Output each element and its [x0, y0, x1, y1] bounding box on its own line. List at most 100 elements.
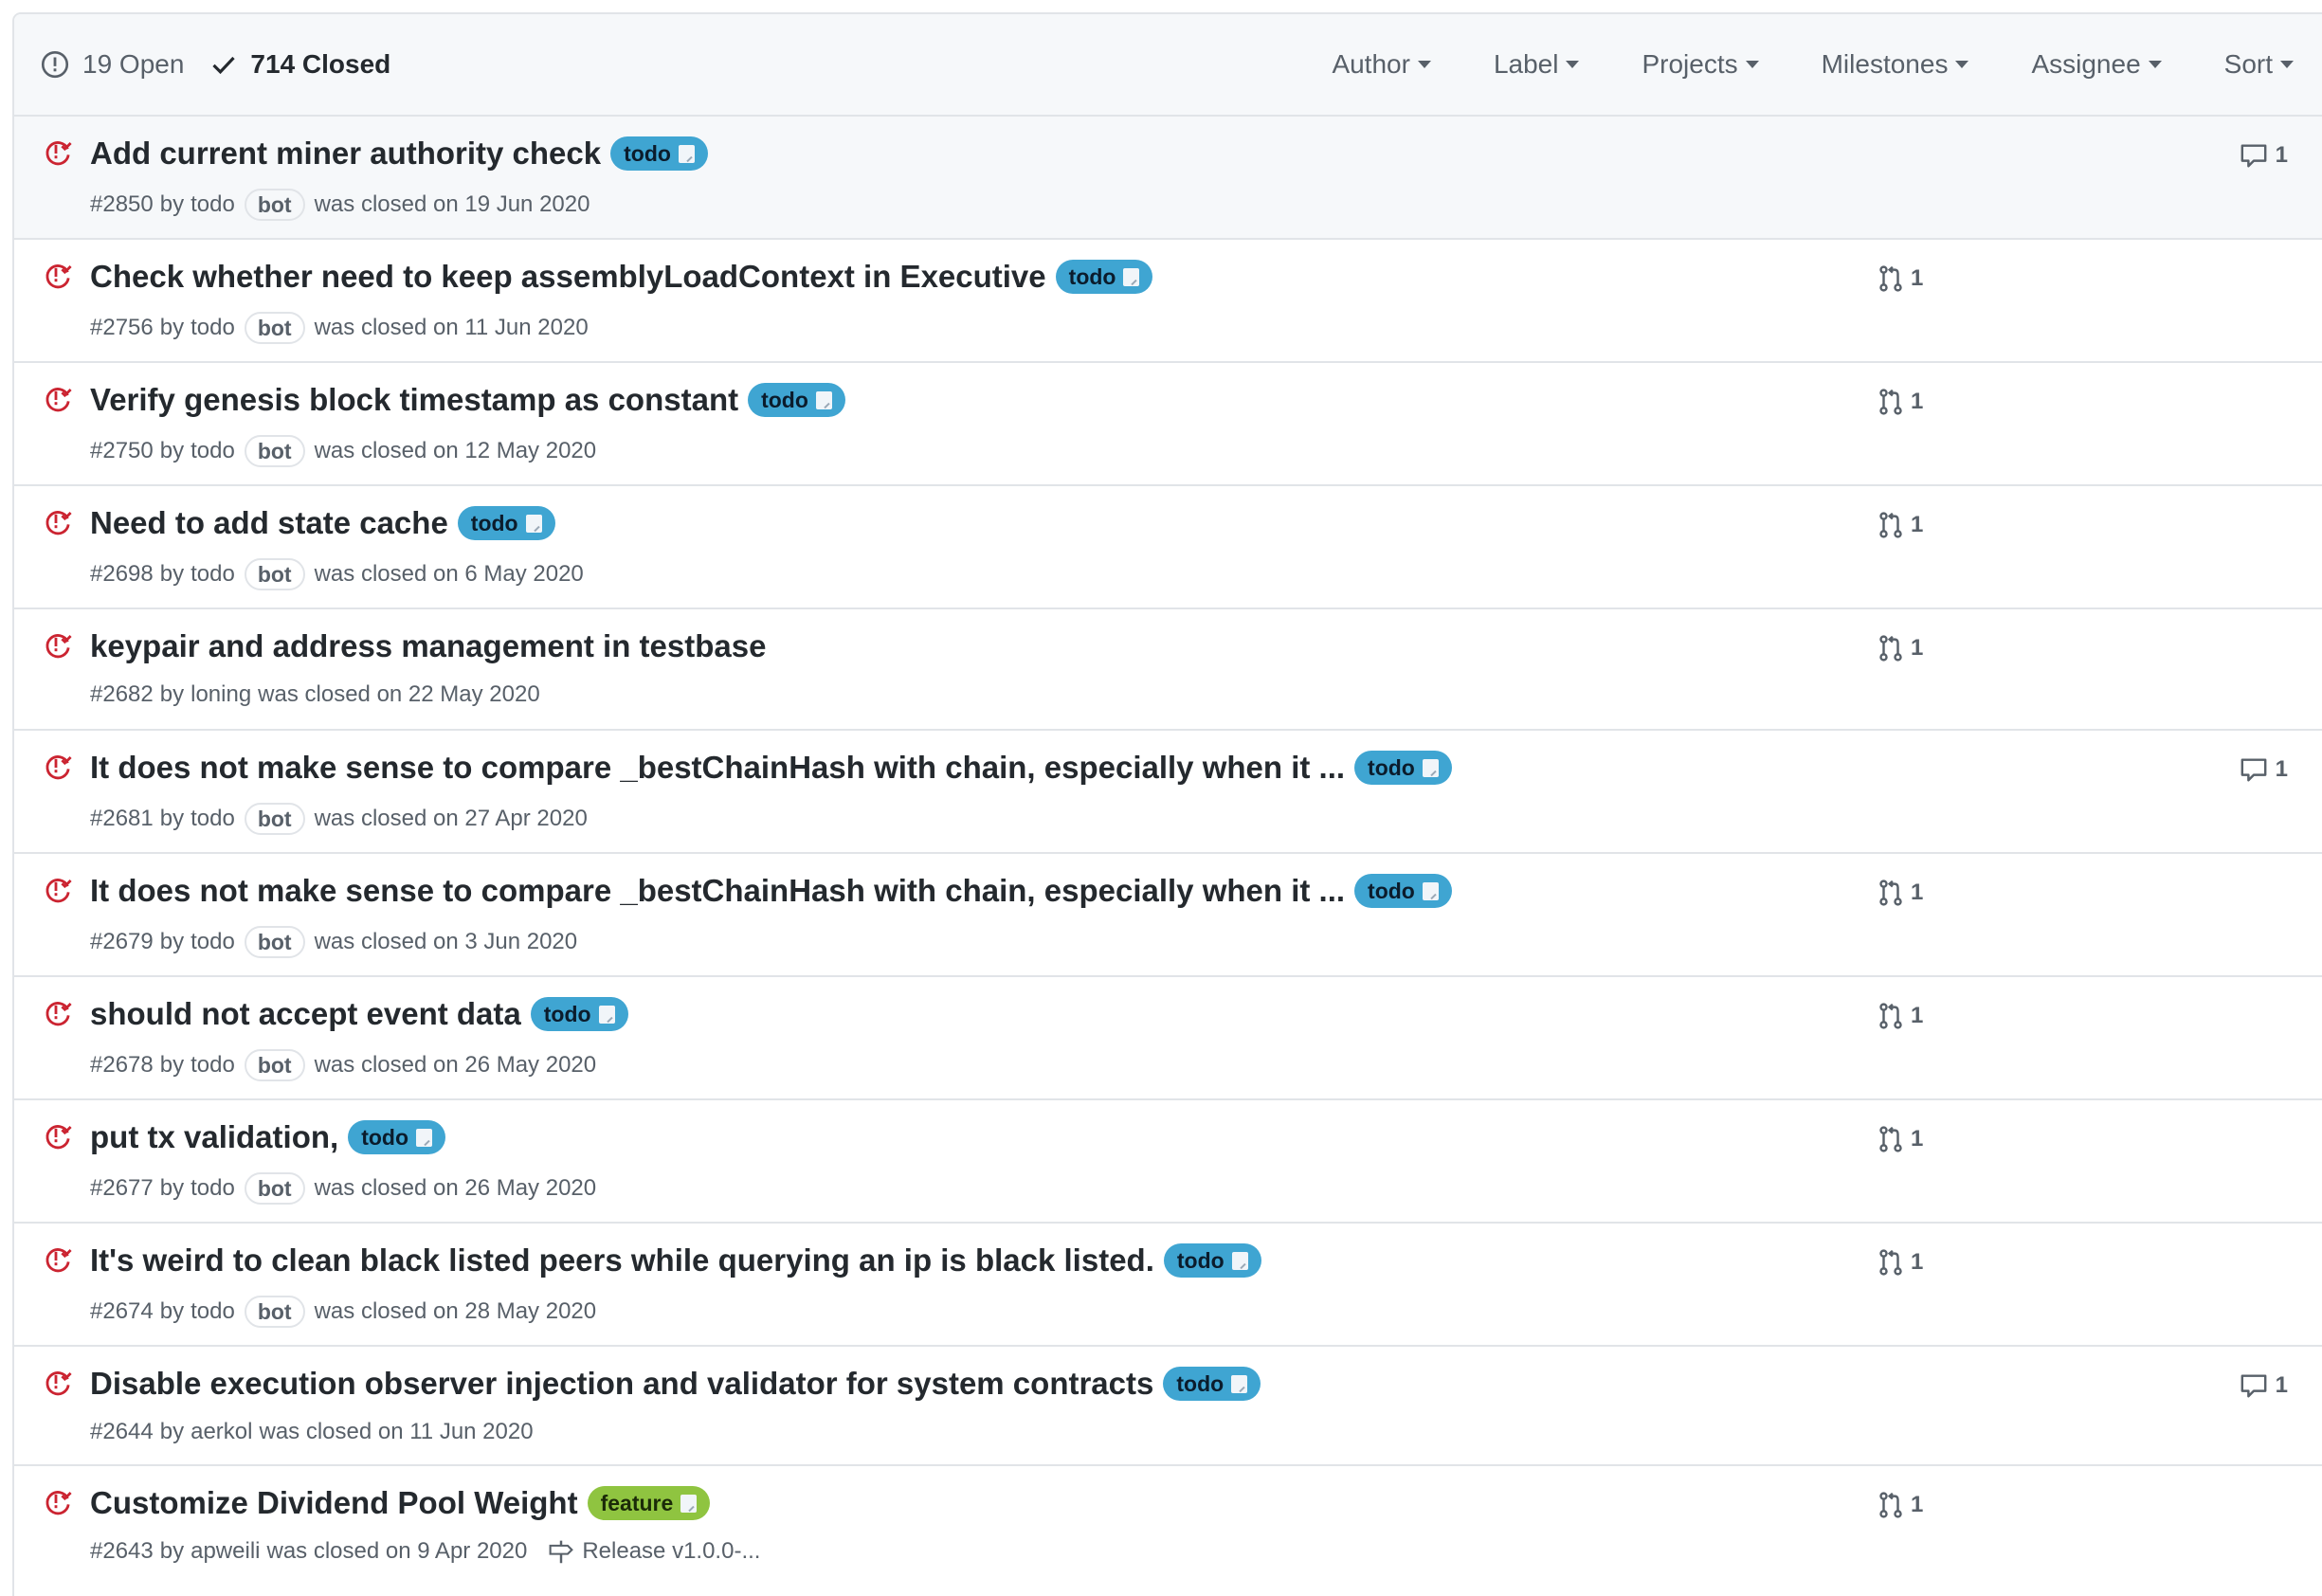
by-text: by: [159, 191, 185, 217]
caret-down-icon: [1417, 61, 1431, 68]
issue-title-link[interactable]: should not accept event data: [90, 996, 521, 1032]
issue-author-link[interactable]: todo: [190, 315, 235, 341]
issue-author-link[interactable]: todo: [190, 1052, 235, 1079]
issue-row[interactable]: Verify genesis block timestamp as consta…: [14, 363, 2322, 486]
issue-author-link[interactable]: apweili: [190, 1538, 260, 1565]
issue-title-link[interactable]: Disable execution observer injection and…: [90, 1366, 1153, 1402]
label-todo[interactable]: todo: [457, 506, 555, 540]
issue-closed-icon: [45, 634, 72, 659]
issue-title-link[interactable]: Check whether need to keep assemblyLoadC…: [90, 259, 1046, 295]
issue-author-link[interactable]: todo: [190, 1175, 235, 1202]
filter-label[interactable]: Label: [1494, 49, 1580, 80]
note-icon: [1123, 267, 1140, 286]
note-icon: [680, 1494, 698, 1513]
note-icon: [525, 514, 542, 533]
issue-meta: #2850 by todo bot was closed on 19 Jun 2020: [90, 189, 590, 221]
by-text: by: [159, 1419, 185, 1444]
issue-meta: #2644 by aerkol was closed on 11 Jun 2020: [90, 1419, 534, 1445]
issue-title-link[interactable]: put tx validation,: [90, 1119, 338, 1155]
git-pull-request-icon: [1879, 635, 1902, 662]
filter-sort[interactable]: Sort: [2224, 49, 2294, 80]
label-todo[interactable]: todo: [1163, 1367, 1261, 1401]
git-pull-request-icon: [1879, 389, 1902, 415]
comment-count: 1: [2275, 142, 2288, 168]
issue-row[interactable]: Check whether need to keep assemblyLoadC…: [14, 240, 2322, 363]
issue-title-link[interactable]: keypair and address management in testba…: [90, 628, 766, 664]
linked-pull-request[interactable]: 1: [1877, 634, 1923, 662]
issue-title-link[interactable]: Add current miner authority check: [90, 136, 601, 172]
linked-pull-request[interactable]: 1: [1877, 1491, 1923, 1519]
issue-title-link[interactable]: Verify genesis block timestamp as consta…: [90, 382, 738, 418]
issue-row[interactable]: put tx validation, todo #2677 by todo bot was …: [14, 1100, 2322, 1224]
issue-opened-icon: [41, 50, 69, 79]
issue-rows: Add current miner authority check todo #28…: [14, 117, 2322, 1589]
label-todo[interactable]: todo: [530, 997, 628, 1031]
closed-date-text: was closed on 12 May 2020: [314, 438, 597, 463]
comments-link[interactable]: 1: [2240, 141, 2288, 170]
linked-pull-request[interactable]: 1: [1877, 511, 1923, 539]
issue-row[interactable]: It does not make sense to compare _bestC…: [14, 854, 2322, 977]
issue-author-link[interactable]: todo: [190, 929, 235, 955]
issue-row[interactable]: It's weird to clean black listed peers w…: [14, 1224, 2322, 1347]
linked-pull-request[interactable]: 1: [1877, 879, 1923, 907]
note-icon: [815, 390, 832, 409]
issue-number: #2698: [90, 561, 154, 587]
issue-title-link[interactable]: It does not make sense to compare _bestC…: [90, 873, 1345, 909]
label-todo[interactable]: todo: [1354, 874, 1452, 908]
issue-row[interactable]: should not accept event data todo #2678 by t…: [14, 977, 2322, 1100]
issue-closed-icon: [45, 264, 72, 289]
label-todo[interactable]: todo: [1163, 1243, 1261, 1278]
pr-count: 1: [1911, 1492, 1924, 1517]
issue-author-link[interactable]: todo: [190, 561, 235, 588]
comments-link[interactable]: 1: [2240, 1371, 2288, 1400]
note-icon: [598, 1005, 615, 1024]
label-todo[interactable]: todo: [748, 383, 845, 417]
bot-badge: bot: [244, 1296, 305, 1328]
linked-pull-request[interactable]: 1: [1877, 1002, 1923, 1030]
label-todo[interactable]: todo: [610, 136, 708, 171]
open-issues-toggle[interactable]: 19 Open: [41, 49, 184, 80]
issue-row[interactable]: It does not make sense to compare _bestC…: [14, 731, 2322, 854]
issue-number: #2644: [90, 1419, 154, 1444]
comments-link[interactable]: 1: [2240, 755, 2288, 784]
git-pull-request-icon: [1879, 1126, 1902, 1152]
issue-author-link[interactable]: todo: [190, 191, 235, 218]
issue-row[interactable]: Add current miner authority check todo #28…: [14, 117, 2322, 240]
linked-pull-request[interactable]: 1: [1877, 1125, 1923, 1153]
closed-date-text: was closed on 22 May 2020: [258, 681, 540, 707]
issue-author-link[interactable]: todo: [190, 438, 235, 464]
issue-meta: #2682 by loning was closed on 22 May 2020: [90, 681, 540, 708]
closed-date-text: was closed on 9 Apr 2020: [266, 1538, 528, 1564]
closed-date-text: was closed on 26 May 2020: [314, 1175, 597, 1201]
issue-row[interactable]: Disable execution observer injection and…: [14, 1347, 2322, 1466]
by-text: by: [159, 1052, 185, 1078]
issue-author-link[interactable]: todo: [190, 1298, 235, 1325]
filter-author[interactable]: Author: [1332, 49, 1431, 80]
linked-pull-request[interactable]: 1: [1877, 388, 1923, 416]
issue-title-link[interactable]: Customize Dividend Pool Weight: [90, 1485, 578, 1521]
issue-author-link[interactable]: aerkol: [190, 1419, 252, 1445]
issue-row[interactable]: Customize Dividend Pool Weight feature #26…: [14, 1466, 2322, 1589]
issue-row[interactable]: Need to add state cache todo #2698 by todo bo…: [14, 486, 2322, 609]
closed-date-text: was closed on 26 May 2020: [314, 1052, 597, 1078]
label-todo[interactable]: todo: [348, 1120, 445, 1154]
issue-title-link[interactable]: It's weird to clean black listed peers w…: [90, 1242, 1154, 1279]
issue-meta: #2750 by todo bot was closed on 12 May 2020: [90, 435, 596, 467]
label-feature[interactable]: feature: [587, 1486, 711, 1520]
label-todo[interactable]: todo: [1055, 260, 1153, 294]
filter-assignee[interactable]: Assignee: [2031, 49, 2162, 80]
issue-row[interactable]: keypair and address management in testba…: [14, 609, 2322, 731]
milestone-link[interactable]: Release v1.0.0-...: [548, 1538, 760, 1565]
linked-pull-request[interactable]: 1: [1877, 1248, 1923, 1277]
filter-milestones[interactable]: Milestones: [1822, 49, 1969, 80]
issue-author-link[interactable]: loning: [190, 681, 251, 708]
linked-pull-request[interactable]: 1: [1877, 264, 1923, 293]
closed-issues-toggle[interactable]: 714 Closed: [210, 49, 390, 80]
issue-title-link[interactable]: Need to add state cache: [90, 505, 448, 541]
issue-author-link[interactable]: todo: [190, 806, 235, 832]
filter-projects[interactable]: Projects: [1642, 49, 1759, 80]
label-todo[interactable]: todo: [1354, 751, 1452, 785]
issue-title-link[interactable]: It does not make sense to compare _bestC…: [90, 750, 1345, 786]
issue-number: #2756: [90, 315, 154, 340]
issue-number: #2850: [90, 191, 154, 217]
